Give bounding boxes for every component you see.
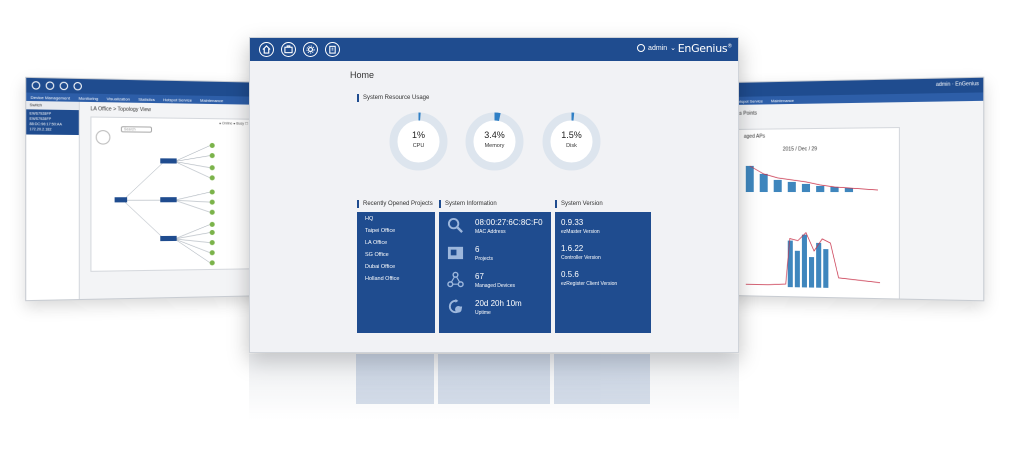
uptime-icon: [447, 298, 464, 315]
disk-gauge-ring: [541, 111, 602, 172]
projects-panel: HQ Taipei Office LA Office SG Office Dub…: [357, 212, 435, 333]
settings-icon[interactable]: [303, 42, 318, 57]
project-link[interactable]: SG Office: [365, 252, 389, 258]
nav-item[interactable]: Maintenance: [771, 97, 794, 102]
reflection-panel: [554, 354, 650, 404]
projects-icon[interactable]: [46, 81, 55, 90]
topology-graph: [91, 118, 271, 273]
home-icon[interactable]: [259, 42, 274, 57]
switch-ip: 172.20.2.182: [29, 127, 75, 133]
memory-value: 3.4%: [464, 130, 525, 140]
projects-section-title: Recently Opened Projects: [357, 200, 433, 208]
reflection-panel: [356, 354, 434, 404]
system-info-panel: 08:00:27:6C:8C:F0 MAC Address 6 Projects…: [439, 212, 551, 333]
ezmaster-version-label: ezMaster Version: [561, 229, 600, 235]
memory-label: Memory: [464, 143, 525, 149]
mac-address-label: MAC Address: [475, 229, 506, 235]
settings-icon[interactable]: [60, 82, 69, 90]
building-icon[interactable]: [325, 42, 340, 57]
disk-value: 1.5%: [541, 130, 602, 140]
nav-item[interactable]: Hotspot Service: [735, 98, 763, 104]
cpu-gauge: 1% CPU: [388, 111, 449, 172]
search-icon: [447, 217, 464, 234]
switch-card[interactable]: EWS7928FP EWS7928FP 88:DC:96:17:50:AA 17…: [26, 109, 79, 135]
memory-gauge: 3.4% Memory: [464, 111, 525, 172]
devices-count: 67: [475, 272, 484, 281]
uptime-label: Uptime: [475, 310, 491, 316]
statistics-screen: admin · EnGenius Hotspot Service Mainten…: [730, 77, 984, 302]
memory-gauge-ring: [464, 111, 525, 172]
controller-version-label: Controller Version: [561, 255, 601, 261]
devices-label: Managed Devices: [475, 283, 515, 289]
nav-item[interactable]: Statistics: [138, 96, 155, 101]
user-icon: [637, 44, 645, 52]
mini-body: ss Points aged APs 2015 / Dec / 29: [731, 101, 983, 300]
brand-logo: admin · EnGenius: [936, 81, 979, 88]
projects-count: 6: [475, 245, 479, 254]
user-name[interactable]: admin: [936, 82, 951, 89]
ezregister-version-label: ezRegister Client Version: [561, 281, 617, 287]
network-icon: [447, 271, 464, 288]
gauge-fill: [495, 117, 500, 118]
cpu-value: 1%: [388, 130, 449, 140]
screen-reflection: [249, 354, 739, 464]
topology-screen: Device Management Monitoring Visualizati…: [25, 77, 273, 301]
ezregister-version-value: 0.5.6: [561, 270, 579, 279]
gauge-track: [547, 117, 597, 167]
brand-name: EnGenius: [955, 81, 979, 88]
project-link[interactable]: Holland Office: [365, 276, 399, 282]
resource-section-title: System Resource Usage: [357, 94, 429, 102]
brand-name: EnGenius: [678, 42, 728, 55]
screenshot-stage: Device Management Monitoring Visualizati…: [0, 0, 1012, 468]
system-version-section-title: System Version: [555, 200, 603, 208]
gauge-track: [394, 117, 444, 167]
user-name: admin: [648, 45, 667, 52]
top-bar: admin ⌄ EnGenius®: [250, 38, 738, 61]
gauge-track: [470, 117, 520, 167]
traffic-charts: [738, 128, 901, 301]
system-info-section-title: System Information: [439, 200, 497, 208]
nav-item[interactable]: Device Management: [31, 94, 70, 100]
nav-item[interactable]: Maintenance: [200, 97, 223, 102]
chevron-down-icon: ⌄: [670, 44, 676, 52]
projects-icon[interactable]: [281, 42, 296, 57]
project-link[interactable]: HQ: [365, 216, 373, 222]
nav-item[interactable]: Visualization: [107, 96, 130, 102]
reflection-panel: [438, 354, 550, 404]
building-icon[interactable]: [73, 82, 81, 90]
project-link[interactable]: LA Office: [365, 240, 387, 246]
project-link[interactable]: Taipei Office: [365, 228, 395, 234]
dashboard-window: admin ⌄ EnGenius® Home System Resource U…: [249, 37, 739, 353]
topology-title: LA Office > Topology View: [90, 106, 151, 113]
registered-mark: ®: [727, 43, 732, 49]
nav-item[interactable]: Monitoring: [78, 95, 98, 101]
user-menu[interactable]: admin ⌄: [637, 44, 676, 52]
projects-label: Projects: [475, 256, 493, 262]
page-title: Home: [350, 70, 374, 80]
topology-panel: ● Online ● Busy ☐ Show Port Search: [90, 116, 270, 271]
ezmaster-version-value: 0.9.33: [561, 218, 583, 227]
projects-icon: [447, 244, 464, 261]
statistics-title: ss Points: [737, 111, 757, 117]
uptime-value: 20d 20h 10m: [475, 299, 522, 308]
disk-label: Disk: [541, 143, 602, 149]
brand-logo: EnGenius®: [678, 42, 732, 55]
mini-body: Switch EWS7928FP EWS7928FP 88:DC:96:17:5…: [26, 101, 272, 300]
device-sidebar: Switch EWS7928FP EWS7928FP 88:DC:96:17:5…: [26, 101, 80, 300]
cpu-label: CPU: [388, 143, 449, 149]
controller-version-value: 1.6.22: [561, 244, 583, 253]
mac-address-value: 08:00:27:6C:8C:F0: [475, 218, 543, 227]
nav-item[interactable]: Hotspot Service: [163, 97, 192, 103]
statistics-panel: aged APs 2015 / Dec / 29: [737, 127, 900, 301]
system-version-panel: 0.9.33 ezMaster Version 1.6.22 Controlle…: [555, 212, 651, 333]
reflection-panels: [349, 354, 639, 414]
project-link[interactable]: Dubai Office: [365, 264, 395, 270]
disk-gauge: 1.5% Disk: [541, 111, 602, 172]
home-icon[interactable]: [32, 81, 41, 90]
cpu-gauge-ring: [388, 111, 449, 172]
